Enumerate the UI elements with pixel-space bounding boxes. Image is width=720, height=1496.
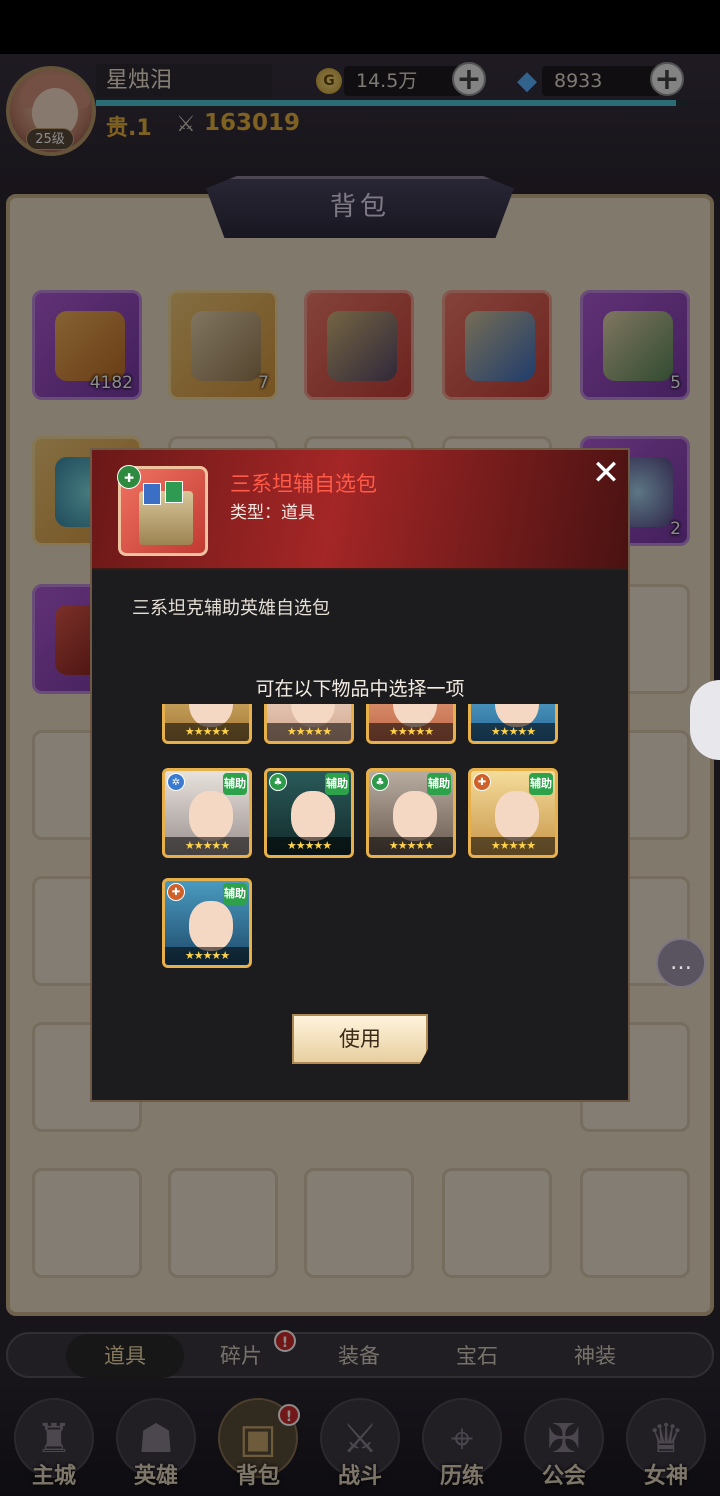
support-role-tag: 辅助 xyxy=(427,773,451,795)
item-description: 三系坦克辅助英雄自选包 xyxy=(132,598,330,619)
hero-stars: ★★★★★ xyxy=(165,947,249,965)
faction-icon: ✲ xyxy=(167,773,185,791)
faction-icon: ♣ xyxy=(371,773,389,791)
hero-choice-grid: ★★★★★ ★★★★★ ★★★★★ ★★★★★ ✲ 辅助 ★★★★★ ♣ 辅助 … xyxy=(92,704,628,984)
modal-title: 三系坦辅自选包 xyxy=(230,472,377,496)
hero-choice[interactable]: ★★★★★ xyxy=(366,704,456,744)
hero-stars: ★★★★★ xyxy=(165,837,249,855)
hero-choice[interactable]: ★★★★★ xyxy=(264,704,354,744)
hero-stars: ★★★★★ xyxy=(369,723,453,741)
hero-stars: ★★★★★ xyxy=(267,837,351,855)
hero-portrait xyxy=(291,791,335,841)
chat-icon[interactable]: … xyxy=(656,938,706,988)
pack-card-blue xyxy=(143,483,161,505)
pack-card-green xyxy=(165,481,183,503)
hero-portrait xyxy=(495,791,539,841)
hero-choice[interactable]: ✚ 辅助 ★★★★★ xyxy=(162,878,252,968)
hero-stars: ★★★★★ xyxy=(471,837,555,855)
hero-stars: ★★★★★ xyxy=(267,723,351,741)
choose-hint: 可在以下物品中选择一项 xyxy=(255,678,465,700)
use-button[interactable]: 使用 xyxy=(292,1014,428,1064)
support-role-tag: 辅助 xyxy=(223,773,247,795)
support-role-tag: 辅助 xyxy=(325,773,349,795)
hero-stars: ★★★★★ xyxy=(369,837,453,855)
hero-choice[interactable]: ★★★★★ xyxy=(468,704,558,744)
close-button[interactable]: ✕ xyxy=(588,456,624,492)
game-screen: 25级 星烛泪 G 14.5万 + ◆ 8933 + 贵.1 ⚔ 163019 … xyxy=(0,0,720,1496)
faction-icon: ✚ xyxy=(167,883,185,901)
hero-choice[interactable]: ♣ 辅助 ★★★★★ xyxy=(366,768,456,858)
hero-stars: ★★★★★ xyxy=(165,723,249,741)
hero-choice[interactable]: ✚ 辅助 ★★★★★ xyxy=(468,768,558,858)
hero-portrait xyxy=(189,791,233,841)
item-type: 类型：道具 xyxy=(230,503,315,523)
faction-icon: ♣ xyxy=(269,773,287,791)
faction-icon: ✚ xyxy=(117,465,141,489)
support-role-tag: 辅助 xyxy=(529,773,553,795)
faction-icon: ✚ xyxy=(473,773,491,791)
support-role-tag: 辅助 xyxy=(223,883,247,905)
hero-stars: ★★★★★ xyxy=(471,723,555,741)
hero-choice[interactable]: ✲ 辅助 ★★★★★ xyxy=(162,768,252,858)
hero-choice[interactable]: ♣ 辅助 ★★★★★ xyxy=(264,768,354,858)
status-bar xyxy=(0,0,720,54)
hero-portrait xyxy=(393,791,437,841)
hero-selection-pack-icon: ✚ xyxy=(117,465,208,556)
hero-choice[interactable]: ★★★★★ xyxy=(162,704,252,744)
hero-portrait xyxy=(189,901,233,951)
